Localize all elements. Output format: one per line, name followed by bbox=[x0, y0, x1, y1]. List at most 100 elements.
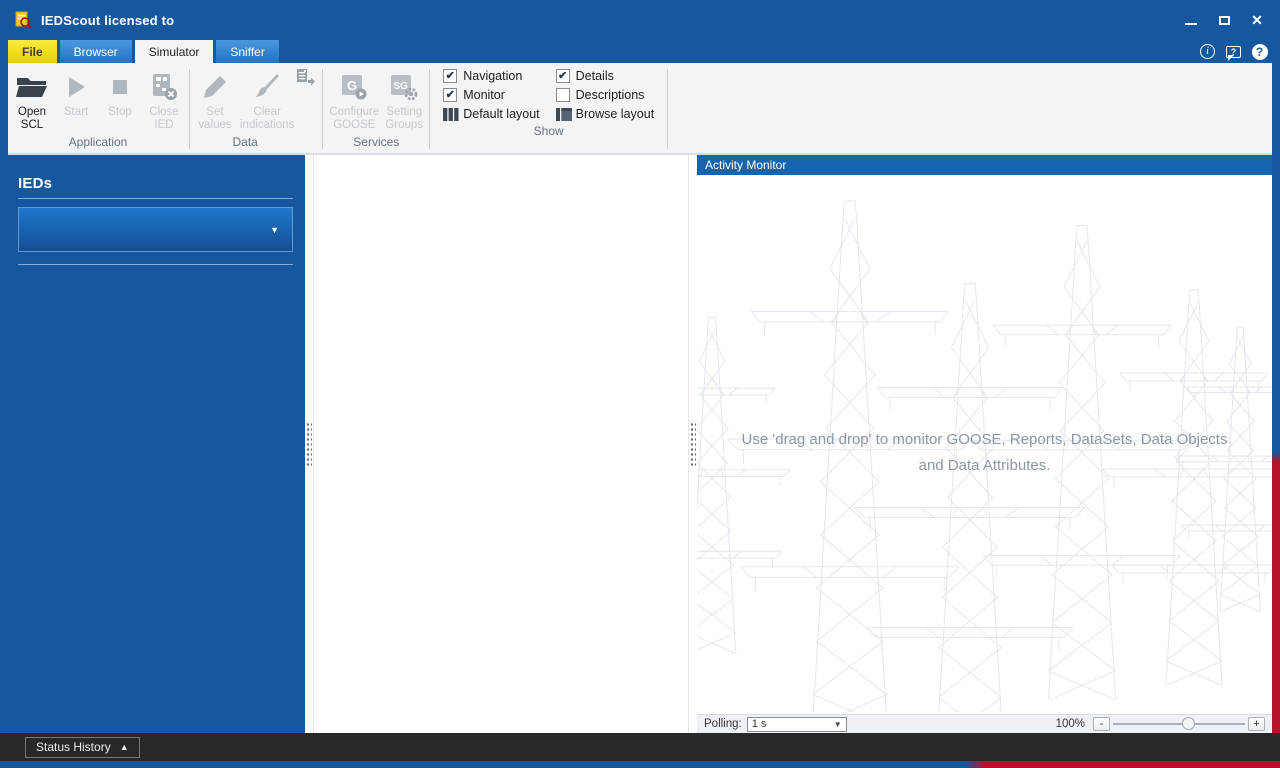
ribbon-divider bbox=[189, 69, 190, 149]
stop-label: Stop bbox=[108, 106, 132, 118]
browse-layout-label: Browse layout bbox=[575, 107, 655, 121]
ribbon-tab-row: File Browser Simulator Sniffer i ? ? bbox=[8, 40, 1272, 63]
minimize-icon bbox=[1185, 23, 1197, 25]
ribbon-group-show: ✔ Navigation ✔ Details ✔ Monitor Descrip… bbox=[433, 63, 664, 153]
close-ied-button[interactable]: Close IED bbox=[142, 68, 186, 132]
descriptions-checkbox[interactable]: Descriptions bbox=[555, 88, 655, 102]
stop-icon bbox=[113, 80, 127, 94]
configure-goose-label: Configure GOOSE bbox=[329, 106, 380, 131]
feedback-icon: ? bbox=[1226, 45, 1241, 61]
browse-layout-button[interactable]: Browse layout bbox=[555, 107, 655, 121]
help-button[interactable]: ? bbox=[1251, 43, 1268, 60]
default-layout-label: Default layout bbox=[463, 107, 540, 121]
activity-monitor-title: Activity Monitor bbox=[697, 155, 1272, 175]
slider-track bbox=[1113, 723, 1245, 725]
slider-thumb[interactable] bbox=[1181, 717, 1195, 730]
tab-sniffer[interactable]: Sniffer bbox=[216, 40, 279, 63]
maximize-icon bbox=[1218, 15, 1230, 25]
setting-groups-icon: SG bbox=[391, 75, 418, 101]
close-ied-icon bbox=[153, 74, 177, 100]
ribbon: Open SCL Start Stop Close IED Applicatio… bbox=[8, 63, 1272, 155]
feedback-button[interactable]: ? bbox=[1225, 43, 1242, 61]
ieds-sidebar: IEDs ▼ bbox=[8, 155, 305, 733]
polling-select[interactable]: 1 s ▼ bbox=[746, 716, 847, 732]
main-area: IEDs ▼ Activity Monitor Use 'drag and dr… bbox=[8, 155, 1272, 733]
ribbon-group-data: Set values Clear indications Data bbox=[193, 63, 319, 153]
tab-simulator[interactable]: Simulator bbox=[134, 40, 214, 63]
info-icon: i bbox=[1200, 44, 1215, 59]
activity-monitor-toolbar: Polling: 1 s ▼ 100% - + bbox=[697, 714, 1272, 733]
ribbon-divider bbox=[667, 69, 669, 149]
close-button[interactable]: ✕ bbox=[1246, 10, 1268, 30]
brush-icon bbox=[256, 74, 280, 97]
splitter-left[interactable] bbox=[305, 155, 313, 733]
activity-monitor-body: Use 'drag and drop' to monitor GOOSE, Re… bbox=[697, 175, 1272, 714]
open-folder-icon bbox=[16, 78, 47, 97]
polling-label: Polling: bbox=[704, 718, 742, 730]
tab-browser[interactable]: Browser bbox=[59, 40, 132, 63]
pencil-icon bbox=[204, 76, 226, 98]
chevron-down-icon: ▼ bbox=[270, 224, 279, 235]
status-history-button[interactable]: Status History ▲ bbox=[25, 736, 140, 758]
drag-drop-hint: Use 'drag and drop' to monitor GOOSE, Re… bbox=[741, 431, 1228, 475]
svg-text:G: G bbox=[347, 78, 357, 93]
splitter-grip-icon bbox=[306, 422, 312, 466]
ribbon-divider bbox=[429, 69, 431, 149]
ied-dropdown[interactable]: ▼ bbox=[18, 207, 293, 252]
monitor-checkbox[interactable]: ✔ Monitor bbox=[443, 88, 539, 102]
zoom-percent: 100% bbox=[1055, 718, 1085, 730]
setting-groups-button[interactable]: SG Setting Groups bbox=[382, 68, 426, 132]
group-label-application: Application bbox=[68, 135, 128, 149]
navigation-label: Navigation bbox=[463, 69, 523, 83]
checkbox-unchecked-icon bbox=[555, 88, 570, 102]
group-label-services: Services bbox=[353, 135, 400, 149]
document-export-icon bbox=[297, 69, 316, 86]
details-checkbox[interactable]: ✔ Details bbox=[555, 69, 655, 83]
zoom-in-button[interactable]: + bbox=[1248, 717, 1265, 731]
ieds-heading: IEDs bbox=[18, 175, 53, 192]
window-border-right bbox=[1272, 0, 1280, 768]
zoom-out-button[interactable]: - bbox=[1093, 717, 1110, 731]
window-border-left bbox=[0, 0, 8, 768]
status-bar: Status History ▲ bbox=[0, 733, 1280, 761]
descriptions-label: Descriptions bbox=[575, 88, 645, 102]
start-label: Start bbox=[63, 106, 89, 118]
app-window: IEDScout licensed to ✕ File Browser Simu… bbox=[0, 0, 1280, 768]
chevron-up-icon: ▲ bbox=[119, 742, 129, 752]
tab-file[interactable]: File bbox=[8, 40, 57, 63]
activity-monitor-panel: Activity Monitor Use 'drag and drop' to … bbox=[697, 155, 1272, 733]
maximize-button[interactable] bbox=[1213, 10, 1235, 30]
close-ied-label: Close IED bbox=[149, 106, 179, 131]
monitor-label: Monitor bbox=[463, 88, 505, 102]
start-button[interactable]: Start bbox=[54, 68, 98, 119]
splitter-grip-icon bbox=[690, 422, 696, 466]
checkbox-checked-icon: ✔ bbox=[555, 69, 570, 83]
default-layout-icon bbox=[443, 107, 459, 121]
info-button[interactable]: i bbox=[1199, 43, 1216, 60]
data-dialog-launcher[interactable] bbox=[296, 69, 316, 91]
navigation-checkbox[interactable]: ✔ Navigation bbox=[443, 69, 539, 83]
default-layout-button[interactable]: Default layout bbox=[443, 107, 540, 121]
setting-groups-label: Setting Groups bbox=[385, 106, 424, 131]
set-values-button[interactable]: Set values bbox=[193, 68, 237, 132]
status-history-label: Status History bbox=[36, 740, 111, 754]
group-label-show: Show bbox=[533, 124, 564, 138]
close-icon: ✕ bbox=[1251, 12, 1263, 28]
group-label-data: Data bbox=[232, 135, 258, 149]
help-icon: ? bbox=[1251, 43, 1268, 60]
sidebar-divider bbox=[18, 264, 293, 265]
set-values-label: Set values bbox=[198, 106, 232, 131]
start-play-icon bbox=[69, 77, 85, 97]
sidebar-divider bbox=[18, 198, 293, 199]
zoom-slider[interactable] bbox=[1113, 717, 1245, 731]
configure-goose-icon: G bbox=[342, 75, 367, 100]
open-scl-label: Open SCL bbox=[17, 106, 47, 131]
clear-indications-button[interactable]: Clear indications bbox=[237, 68, 297, 132]
stop-button[interactable]: Stop bbox=[98, 68, 142, 119]
ribbon-group-services: G Configure GOOSE SG Setting Groups Serv… bbox=[326, 63, 426, 153]
minimize-button[interactable] bbox=[1180, 10, 1202, 30]
configure-goose-button[interactable]: G Configure GOOSE bbox=[326, 68, 382, 132]
splitter-right[interactable] bbox=[689, 155, 697, 733]
ribbon-group-application: Open SCL Start Stop Close IED Applicatio… bbox=[10, 63, 186, 153]
open-scl-button[interactable]: Open SCL bbox=[10, 68, 54, 132]
